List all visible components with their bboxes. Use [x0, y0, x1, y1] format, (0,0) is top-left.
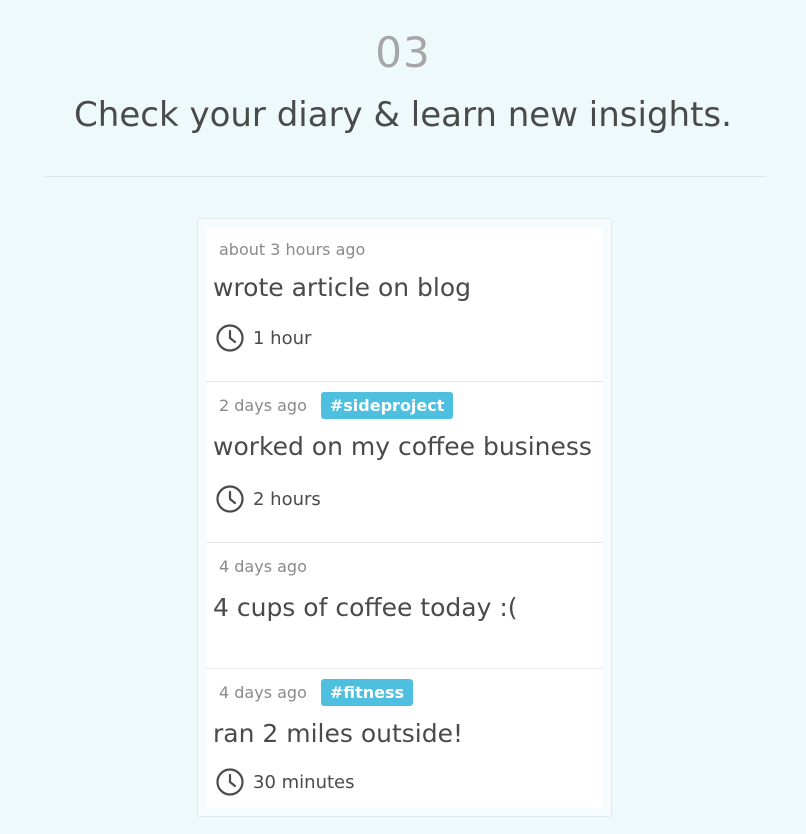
entry-text: wrote article on blog [213, 273, 472, 302]
entry-duration: 2 hours [215, 483, 321, 515]
tag-badge[interactable]: #sideproject [320, 391, 454, 419]
diary-entry[interactable]: 2 days ago #sideproject worked on my cof… [206, 382, 603, 543]
entry-timestamp: 4 days ago [219, 682, 307, 702]
clock-icon [216, 485, 244, 513]
diary-entry[interactable]: 4 days ago #fitness ran 2 miles outside!… [206, 669, 603, 808]
entry-header: about 3 hours ago [219, 234, 365, 264]
entry-text: worked on my coffee business [213, 432, 592, 461]
entry-timestamp: 2 days ago [219, 395, 307, 415]
diary-card-frame: about 3 hours ago wrote article on blog … [197, 218, 612, 817]
diary-list: about 3 hours ago wrote article on blog … [206, 228, 603, 808]
entry-timestamp: about 3 hours ago [219, 239, 366, 259]
diary-entry[interactable]: 4 days ago 4 cups of coffee today :( [206, 543, 603, 669]
entry-text: 4 cups of coffee today :( [213, 593, 518, 622]
duration-label: 30 minutes [253, 771, 355, 793]
step-title: Check your diary & learn new insights. [74, 95, 732, 135]
entry-header: 4 days ago [219, 551, 307, 581]
entry-header: 2 days ago #sideproject [219, 390, 454, 420]
entry-text: ran 2 miles outside! [213, 719, 464, 748]
duration-label: 2 hours [253, 488, 321, 510]
clock-icon [216, 324, 244, 352]
entry-duration: 30 minutes [215, 766, 355, 798]
clock-icon [216, 768, 244, 796]
step-number: 03 [375, 28, 431, 77]
entry-duration: 1 hour [215, 322, 311, 354]
entry-timestamp: 4 days ago [219, 556, 307, 576]
diary-entry[interactable]: about 3 hours ago wrote article on blog … [206, 228, 603, 382]
tag-badge[interactable]: #fitness [320, 678, 414, 706]
entry-header: 4 days ago #fitness [219, 677, 414, 707]
divider [45, 176, 766, 177]
duration-label: 1 hour [253, 327, 312, 349]
